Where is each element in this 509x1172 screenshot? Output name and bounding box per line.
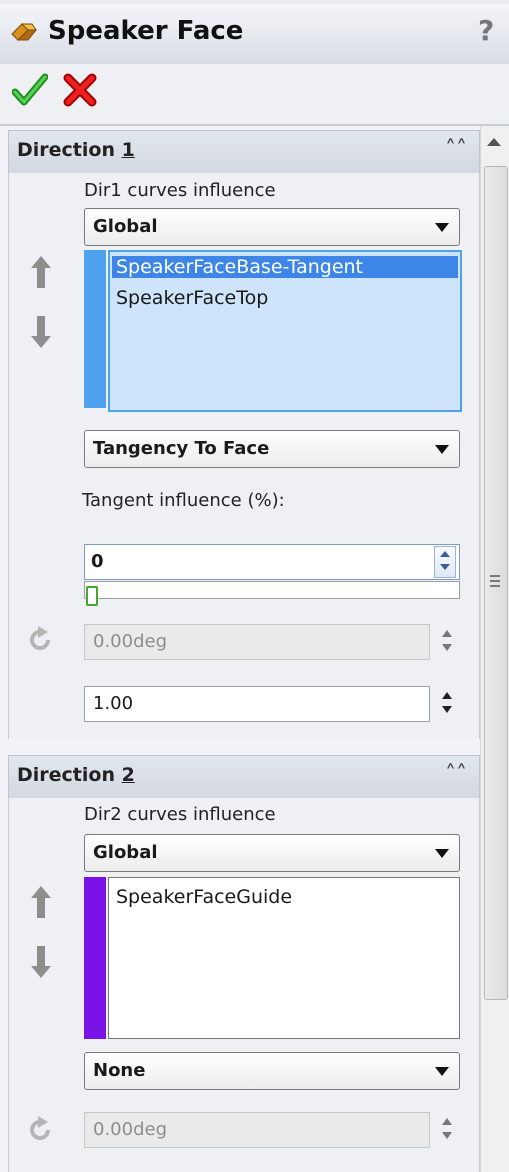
weight-spinner[interactable] [438, 686, 458, 720]
dir2-color-strip [84, 877, 106, 1039]
angle-spinner[interactable] [438, 624, 458, 658]
list-item[interactable]: SpeakerFaceBase-Tangent [112, 256, 458, 278]
dir1-angle-input[interactable]: 0.00deg [84, 624, 430, 660]
input-value: 0.00deg [93, 1119, 168, 1140]
spin-up-icon[interactable] [440, 551, 450, 557]
dir2-angle-input[interactable]: 0.00deg [84, 1112, 430, 1148]
input-value: 0.00deg [93, 631, 168, 652]
page-title: Speaker Face [48, 16, 244, 46]
move-down-icon[interactable] [30, 944, 52, 980]
tangent-influence-input[interactable]: 0 [84, 544, 460, 580]
chevron-down-icon [435, 1067, 449, 1076]
angle-spinner[interactable] [438, 1112, 458, 1146]
dir2-curves-label: Dir2 curves influence [84, 804, 276, 825]
grip-icon [490, 575, 500, 589]
input-value: 0 [91, 551, 104, 572]
dir1-tangency-dropdown[interactable]: Tangency To Face [84, 430, 460, 468]
input-value: 1.00 [93, 693, 134, 714]
ok-button[interactable] [12, 72, 48, 108]
move-up-icon[interactable] [30, 254, 52, 290]
speaker-face-feature-icon [11, 23, 38, 41]
tangent-influence-label: Tangent influence (%): [82, 490, 285, 511]
chevron-down-icon [435, 223, 449, 232]
dir2-curves-dropdown[interactable]: Global [84, 834, 460, 872]
direction2-header[interactable]: Direction 2 ˄˄ [8, 755, 480, 799]
list-item[interactable]: SpeakerFaceGuide [116, 886, 292, 908]
scroll-up-icon[interactable] [487, 138, 501, 146]
chevron-down-icon [435, 445, 449, 454]
dropdown-value: Global [93, 216, 158, 237]
dropdown-value: Global [93, 842, 158, 863]
dir1-curves-dropdown[interactable]: Global [84, 208, 460, 246]
spin-down-icon[interactable] [442, 1132, 452, 1139]
collapse-icon[interactable]: ˄˄ [445, 762, 467, 787]
dropdown-value: Tangency To Face [93, 438, 270, 459]
rotate-icon [30, 626, 50, 650]
collapse-icon[interactable]: ˄˄ [445, 137, 467, 162]
spin-down-icon[interactable] [442, 706, 452, 713]
tangent-spinner[interactable] [434, 546, 456, 578]
tangent-slider[interactable] [84, 581, 460, 599]
spin-up-icon[interactable] [442, 692, 452, 699]
dir1-color-strip [84, 250, 106, 408]
dir1-weight-input[interactable]: 1.00 [84, 686, 430, 722]
direction1-header[interactable]: Direction 1 ˄˄ [8, 130, 480, 174]
slider-thumb[interactable] [86, 586, 98, 606]
list-item[interactable]: SpeakerFaceTop [116, 287, 268, 309]
spin-up-icon[interactable] [442, 1118, 452, 1125]
cancel-button[interactable] [62, 72, 98, 108]
dropdown-value: None [93, 1060, 146, 1081]
direction1-title: Direction 1 [17, 139, 135, 161]
dir1-curves-label: Dir1 curves influence [84, 180, 276, 201]
direction2-title: Direction 2 [17, 764, 135, 786]
dir2-tangency-dropdown[interactable]: None [84, 1052, 460, 1090]
move-up-icon[interactable] [30, 884, 52, 920]
chevron-down-icon [435, 849, 449, 858]
spin-down-icon[interactable] [440, 564, 450, 570]
move-down-icon[interactable] [30, 314, 52, 350]
spin-down-icon[interactable] [442, 644, 452, 651]
help-button[interactable]: ? [478, 14, 494, 47]
spin-up-icon[interactable] [442, 630, 452, 637]
rotate-icon [30, 1116, 50, 1140]
